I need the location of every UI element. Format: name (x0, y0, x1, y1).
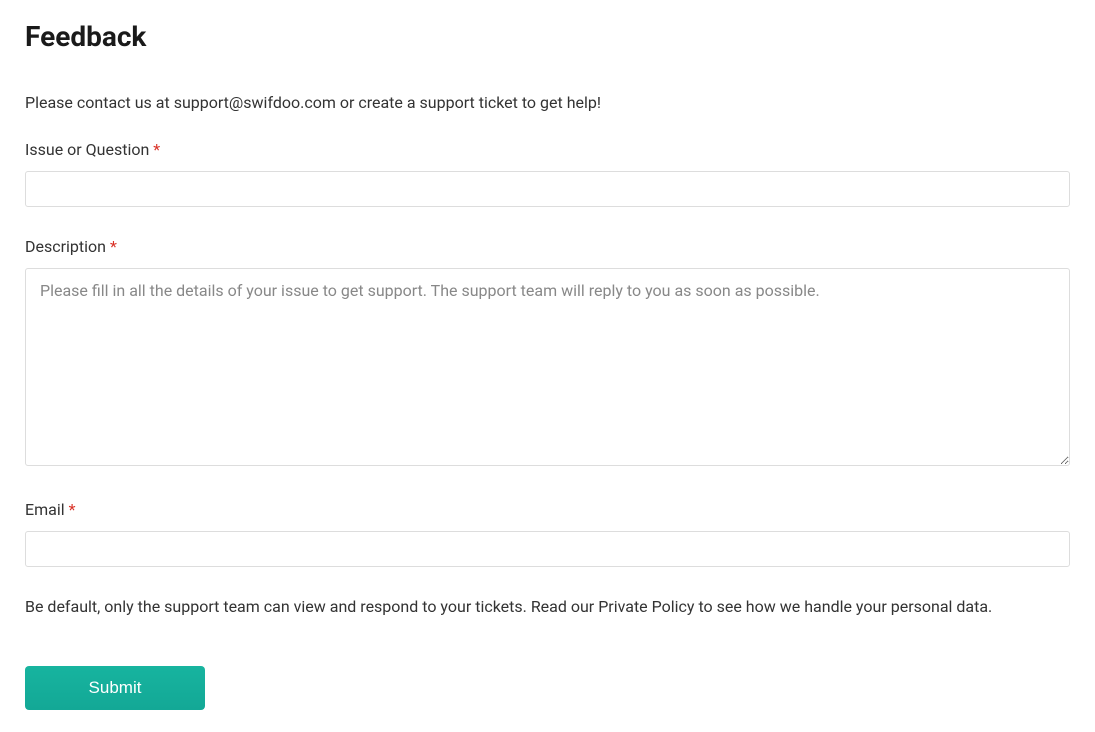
issue-label: Issue or Question * (25, 140, 1070, 159)
submit-button[interactable]: Submit (25, 666, 205, 710)
description-textarea[interactable] (25, 268, 1070, 466)
email-label: Email * (25, 500, 1070, 519)
required-asterisk: * (110, 237, 117, 256)
email-input[interactable] (25, 531, 1070, 567)
required-asterisk: * (153, 140, 160, 159)
issue-input[interactable] (25, 171, 1070, 207)
description-label: Description * (25, 237, 1070, 256)
description-label-text: Description (25, 237, 110, 256)
description-field-group: Description * (25, 237, 1070, 470)
required-asterisk: * (69, 500, 76, 519)
email-label-text: Email (25, 500, 69, 519)
issue-label-text: Issue or Question (25, 140, 153, 159)
intro-text: Please contact us at support@swifdoo.com… (25, 93, 1070, 112)
issue-field-group: Issue or Question * (25, 140, 1070, 207)
page-title: Feedback (25, 20, 1070, 53)
email-field-group: Email * (25, 500, 1070, 567)
policy-text: Be default, only the support team can vi… (25, 597, 1070, 616)
